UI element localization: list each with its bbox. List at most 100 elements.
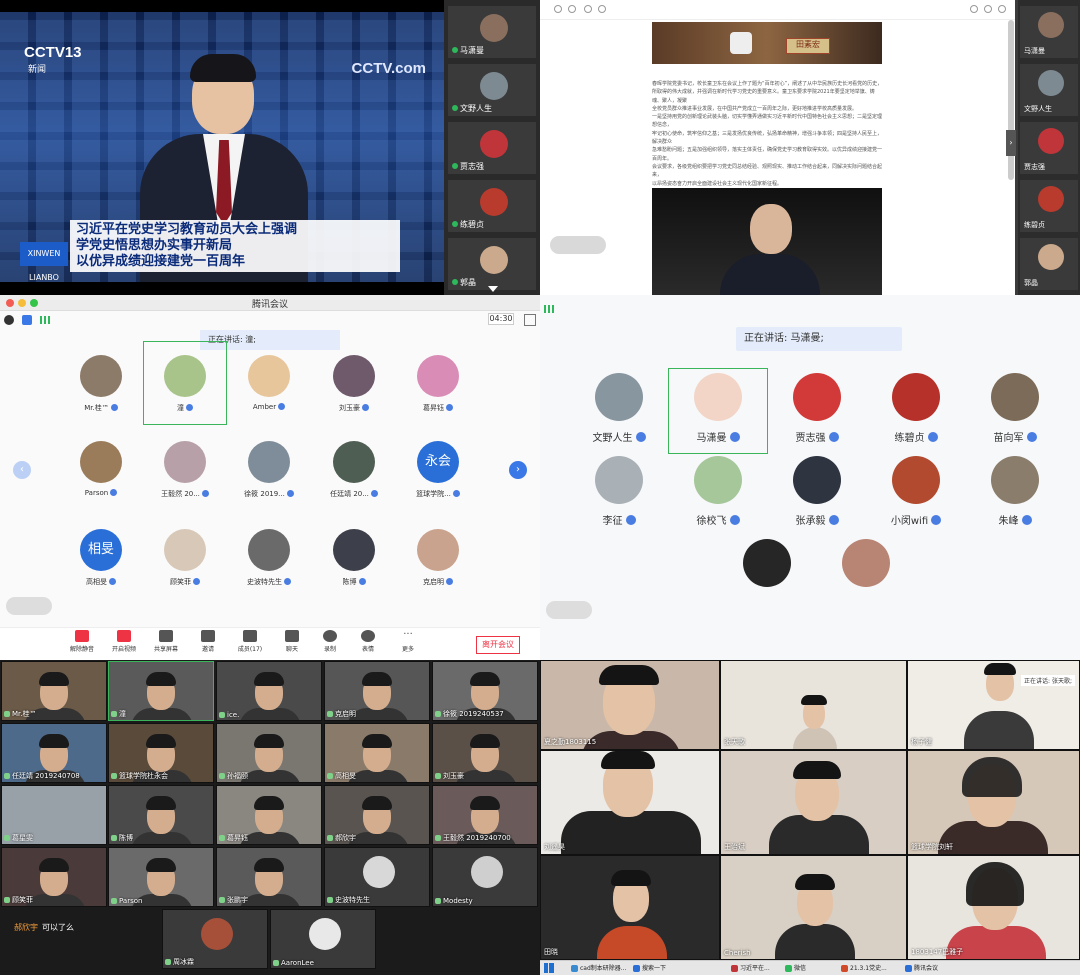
taskbar-item[interactable]: 21.3.1党史...	[840, 963, 887, 974]
emoji-button[interactable]: 表情	[348, 630, 388, 653]
sidebar-tile[interactable]: 练碧贞	[1020, 180, 1078, 232]
participant-card[interactable]: 文野人生	[569, 373, 669, 444]
participant-card[interactable]: 克启明	[396, 529, 480, 587]
participant-sidebar[interactable]: 马潇曼 文野人生 贾志强 练碧贞 郭晶	[444, 0, 540, 295]
view-controls[interactable]	[546, 601, 592, 619]
participant-card[interactable]: Amber	[227, 355, 311, 411]
taskbar-item[interactable]: 习近平在...	[730, 963, 770, 974]
participant-card[interactable]	[717, 539, 817, 587]
shield-icon[interactable]	[22, 315, 32, 325]
video-tile[interactable]: 潼	[108, 661, 214, 721]
taskbar-item[interactable]: 微信	[784, 963, 806, 974]
start-video-button[interactable]: 开启视频	[104, 630, 144, 653]
video-tile[interactable]: Cherish	[720, 855, 907, 960]
unmute-button[interactable]: 解除静音	[62, 630, 102, 653]
nav-icon[interactable]	[998, 5, 1006, 13]
video-tile[interactable]: 高相旻	[324, 723, 430, 783]
sidebar-tile[interactable]: 文野人生	[1020, 64, 1078, 116]
nav-icon[interactable]	[554, 5, 562, 13]
video-tile[interactable]: 1803147巴雅子	[907, 855, 1080, 960]
record-button[interactable]: 录制	[310, 630, 350, 653]
previous-page-icon[interactable]: ‹	[13, 461, 31, 479]
participant-card[interactable]: 陈博	[312, 529, 396, 587]
video-tile[interactable]: ice.	[216, 661, 322, 721]
participant-card[interactable]: 葛昇钰	[396, 355, 480, 413]
participant-card[interactable]: 苗向军	[965, 373, 1065, 444]
participant-card[interactable]: 张承毅	[767, 456, 867, 527]
next-page-icon[interactable]: ›	[509, 461, 527, 479]
participant-card[interactable]: Parson	[59, 441, 143, 497]
sidebar-tile[interactable]: 马潇曼	[448, 6, 536, 58]
share-screen-button[interactable]: 共享屏幕	[146, 630, 186, 653]
video-tile[interactable]: 王毅然 2019240700	[432, 785, 538, 845]
video-tile[interactable]: 史波特先生	[324, 847, 430, 907]
video-tile[interactable]: 郝欣宇	[324, 785, 430, 845]
video-tile[interactable]: 篮球学院杜永会	[108, 723, 214, 783]
sidebar-tile[interactable]: 贾志强	[448, 122, 536, 174]
participant-card[interactable]: 顾笑菲	[143, 529, 227, 587]
video-tile[interactable]: 张鹏宇	[216, 847, 322, 907]
video-tile[interactable]: 葛昇钰	[216, 785, 322, 845]
participant-card[interactable]: 徐校飞	[668, 456, 768, 527]
video-tile[interactable]: 杨子健 正在讲话: 张天歌;	[907, 660, 1080, 750]
sidebar-tile[interactable]: 练碧贞	[448, 180, 536, 232]
participant-card[interactable]: 李征	[569, 456, 669, 527]
video-tile[interactable]: 周冰霖	[162, 909, 268, 969]
scroll-down-icon[interactable]	[488, 286, 498, 292]
video-tile[interactable]: 篮球学院刘轩	[907, 750, 1080, 855]
participant-card[interactable]: 小闵wifi	[866, 456, 966, 527]
nav-icon[interactable]	[598, 5, 606, 13]
participant-card[interactable]: 潼	[143, 355, 227, 413]
nav-icon[interactable]	[984, 5, 992, 13]
more-button[interactable]: ··· 更多	[388, 630, 428, 654]
sidebar-tile[interactable]: 文野人生	[448, 64, 536, 116]
video-tile[interactable]: Modesty	[432, 847, 538, 907]
video-tile[interactable]: 夏之勤1803115	[540, 660, 720, 750]
nav-icon[interactable]	[584, 5, 592, 13]
participant-card[interactable]: 马潇曼	[668, 373, 768, 444]
invite-button[interactable]: 邀请	[188, 630, 228, 653]
video-tile[interactable]: 葛星雯	[1, 785, 107, 845]
chat-button[interactable]: 聊天	[272, 630, 312, 653]
participant-card[interactable]: 任廷靖 20...	[312, 441, 396, 499]
participant-card[interactable]: 贾志强	[767, 373, 867, 444]
windows-start-icon[interactable]	[544, 963, 554, 973]
video-tile[interactable]: 徐筱 2019240537	[432, 661, 538, 721]
view-controls[interactable]	[550, 236, 606, 254]
video-tile[interactable]: Parson	[108, 847, 214, 907]
participant-sidebar[interactable]: 马潇曼 文野人生 贾志强 练碧贞 郭晶	[1018, 0, 1080, 295]
video-tile[interactable]: 刘玉豪	[432, 723, 538, 783]
video-tile[interactable]: 顾笑菲	[1, 847, 107, 907]
video-tile[interactable]: 任廷靖 2019240708	[1, 723, 107, 783]
video-tile[interactable]: 张天歌	[720, 660, 907, 750]
participant-card[interactable]: 史波特先生	[227, 529, 311, 587]
participant-card[interactable]	[816, 539, 916, 587]
participant-card[interactable]: 王毅然 20...	[143, 441, 227, 499]
view-controls[interactable]	[6, 597, 52, 615]
sidebar-tile[interactable]: 贾志强	[1020, 122, 1078, 174]
nav-icon[interactable]	[568, 5, 576, 13]
video-tile[interactable]: 孙福颐	[216, 723, 322, 783]
shared-document[interactable]: 田素宏 春晖学院党委书记，校长童卫东在会议上作了题为“百年初心”，阐述了从中华民…	[540, 0, 1015, 295]
taskbar-item[interactable]: 搜索一下	[632, 963, 666, 974]
info-icon[interactable]	[4, 315, 14, 325]
video-tile[interactable]: AaronLee	[270, 909, 376, 969]
participant-card[interactable]: 练碧贞	[866, 373, 966, 444]
video-tile[interactable]: 陈博	[108, 785, 214, 845]
fullscreen-icon[interactable]	[524, 314, 536, 326]
video-tile[interactable]: Mr.桂™	[1, 661, 107, 721]
video-tile[interactable]: 田晓	[540, 855, 720, 960]
participant-card[interactable]: 永会 篮球学院...	[396, 441, 480, 499]
nav-icon[interactable]	[970, 5, 978, 13]
sidebar-tile[interactable]: 郭晶	[1020, 238, 1078, 290]
members-button[interactable]: 成员(17)	[230, 630, 270, 653]
taskbar-item[interactable]: cad制本研除器...	[570, 963, 627, 974]
sidebar-tile[interactable]: 马潇曼	[1020, 6, 1078, 58]
participant-card[interactable]: Mr.桂™	[59, 355, 143, 413]
taskbar-item[interactable]: 腾讯会议	[904, 963, 938, 974]
document-scrollbar[interactable]	[1008, 20, 1014, 180]
leave-meeting-button[interactable]: 离开会议	[476, 636, 520, 654]
video-tile[interactable]: 克启明	[324, 661, 430, 721]
video-tile[interactable]: 刘遥昊	[540, 750, 720, 855]
sidebar-tile[interactable]: 郭晶	[448, 238, 536, 290]
